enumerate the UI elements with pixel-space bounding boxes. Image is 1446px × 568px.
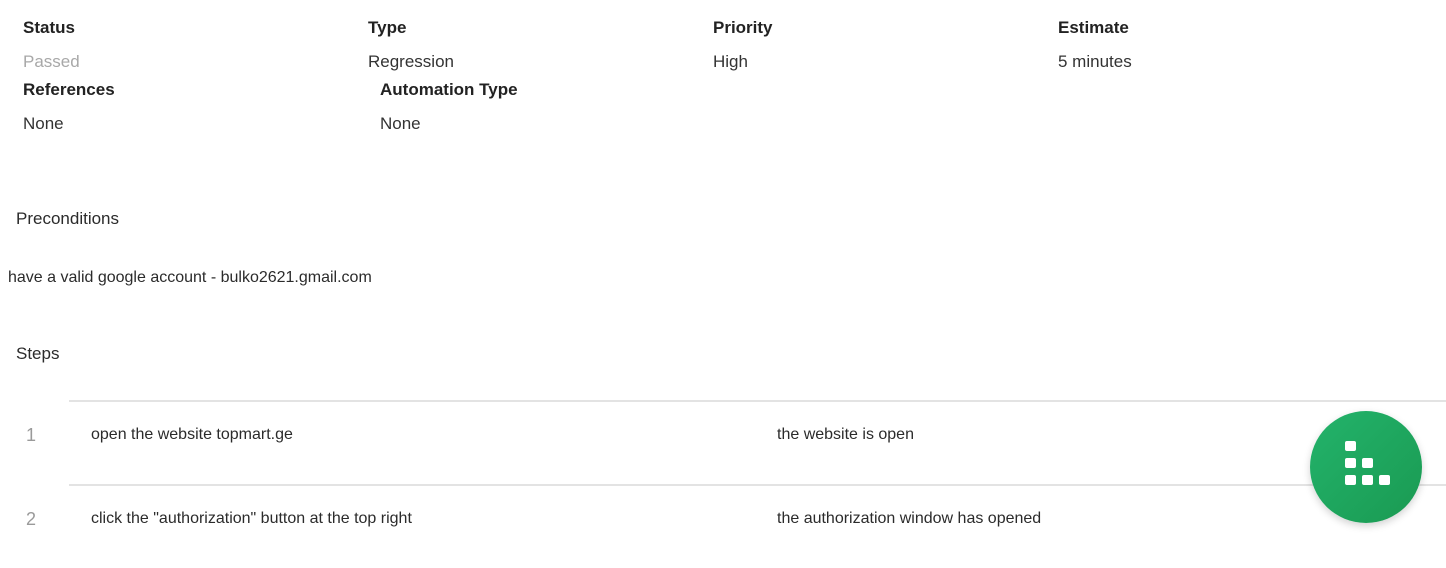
step-action: open the website topmart.ge: [91, 426, 293, 443]
step-number: 1: [26, 425, 37, 445]
preconditions-title: Preconditions: [16, 209, 120, 228]
step-divider: [69, 484, 1446, 486]
field-label: Priority: [713, 18, 773, 37]
field-value: Passed: [23, 52, 80, 71]
steps-title: Steps: [16, 344, 60, 363]
steps-list: 1 open the website topmart.ge the websit…: [0, 400, 1446, 568]
grid-dots-icon: [1345, 441, 1390, 485]
fields-row-1: Status Passed Type Regression Priority H…: [23, 16, 1403, 74]
step-action: click the "authorization" button at the …: [91, 510, 412, 527]
preconditions-text: have a valid google account - bulko2621.…: [8, 269, 372, 286]
floating-action-button[interactable]: [1310, 411, 1422, 523]
field-label: Estimate: [1058, 18, 1129, 37]
field-value: 5 minutes: [1058, 52, 1132, 71]
fields-row-2: References None Automation Type None: [23, 78, 1403, 136]
field-label: Type: [368, 18, 407, 37]
field-priority: Priority High: [713, 16, 1058, 74]
field-label: Status: [23, 18, 75, 37]
field-label: References: [23, 80, 115, 99]
step-row: 1 open the website topmart.ge the websit…: [0, 400, 1446, 484]
field-value: None: [23, 114, 64, 133]
field-status: Status Passed: [23, 16, 368, 74]
field-label: Automation Type: [380, 80, 518, 99]
step-divider: [69, 400, 1446, 402]
field-automation-type: Automation Type None: [380, 78, 737, 136]
step-row: 2 click the "authorization" button at th…: [0, 484, 1446, 568]
field-value: None: [380, 114, 421, 133]
step-expected-result: the website is open: [777, 426, 914, 443]
field-references: References None: [23, 78, 380, 136]
step-expected-result: the authorization window has opened: [777, 510, 1042, 527]
case-fields: Status Passed Type Regression Priority H…: [23, 16, 1403, 136]
field-estimate: Estimate 5 minutes: [1058, 16, 1403, 74]
step-number: 2: [26, 509, 37, 529]
field-value: High: [713, 52, 748, 71]
field-type: Type Regression: [368, 16, 713, 74]
field-value: Regression: [368, 52, 454, 71]
